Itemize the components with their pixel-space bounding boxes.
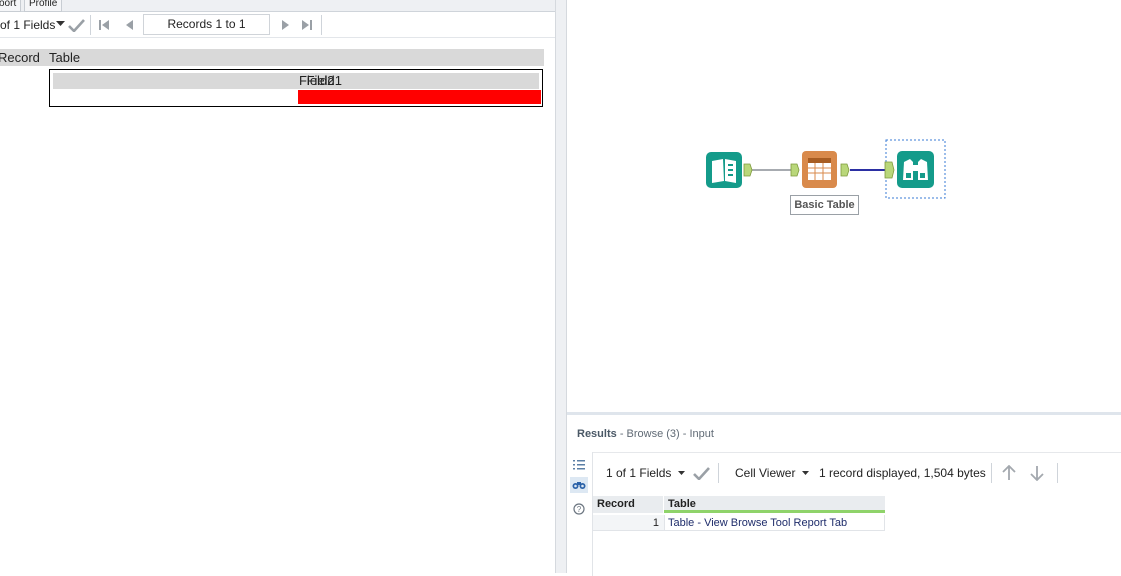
browse-tool[interactable] (897, 151, 934, 188)
grid-header-table[interactable]: Table (664, 496, 885, 513)
tool-annotation-text: Basic Table (794, 199, 855, 211)
tab-report-label: oort (0, 0, 17, 9)
toolbar-divider (718, 463, 719, 483)
down-arrow-icon[interactable] (1029, 464, 1045, 482)
record-column-header: Record (0, 50, 40, 65)
input-data-tool[interactable] (706, 152, 742, 188)
grid-header-record-label: Record (597, 498, 635, 510)
report-table: Field1 Field2 123 (49, 69, 543, 107)
panel-splitter[interactable] (555, 0, 567, 573)
report-header: Record Table (0, 49, 544, 66)
results-title: Results - Browse (3) - Input (577, 428, 714, 440)
cell-viewer-label: Cell Viewer (735, 466, 796, 480)
grid-header-table-label: Table (668, 498, 696, 510)
output-anchor-icon[interactable] (743, 163, 753, 177)
grid-cell-record-value: 1 (652, 517, 659, 529)
fields-label: of 1 Fields (0, 18, 56, 32)
binoculars-icon[interactable] (570, 477, 588, 493)
first-record-icon[interactable] (97, 18, 111, 32)
report-table-row: 123 (53, 90, 541, 104)
results-fields-selector[interactable]: 1 of 1 Fields (606, 466, 671, 480)
records-range-label: Records 1 to 1 (167, 17, 246, 31)
grid-cell-table[interactable]: Table - View Browse Tool Report Tab (664, 515, 885, 531)
browse-toolbar: of 1 Fields Records 1 to 1 (0, 12, 555, 38)
results-grid: Record Table 1 Table - View Browse Tool … (593, 496, 1121, 576)
prev-record-icon[interactable] (122, 18, 136, 32)
help-icon[interactable]: ? (572, 502, 586, 516)
tab-profile[interactable]: Profile (24, 0, 63, 12)
tab-profile-label: Profile (29, 0, 58, 9)
input-anchor-icon[interactable] (790, 163, 800, 177)
grid-cell-table-value: Table - View Browse Tool Report Tab (668, 517, 848, 529)
last-record-icon[interactable] (300, 18, 314, 32)
toolbar-divider (321, 15, 322, 35)
grid-header-record[interactable]: Record (593, 496, 664, 513)
check-icon[interactable] (67, 17, 85, 33)
up-arrow-icon[interactable] (1001, 464, 1017, 482)
results-subtitle: - Browse (3) - Input (619, 428, 714, 440)
field2-red-cell (298, 90, 541, 104)
basic-table-tool[interactable] (802, 151, 837, 188)
browse-panel: oort Profile of 1 Fields Records 1 to 1 … (0, 0, 555, 573)
workflow-canvas[interactable]: Basic Table (567, 0, 1121, 412)
input-anchor-icon[interactable] (884, 161, 895, 179)
fields-selector[interactable]: of 1 Fields (0, 18, 55, 32)
tab-report[interactable]: oort (0, 0, 22, 12)
toolbar-divider (90, 15, 91, 35)
check-icon[interactable] (692, 465, 710, 481)
report-table-header: Field1 Field2 (53, 73, 539, 89)
cell-viewer-selector[interactable]: Cell Viewer (735, 466, 795, 480)
field2-header: Field2 (299, 73, 335, 88)
toolbar-divider (991, 463, 992, 483)
list-icon[interactable] (572, 457, 586, 471)
table-column-header: Table (49, 50, 81, 65)
results-status: 1 record displayed, 1,504 bytes (819, 466, 986, 480)
dropdown-icon[interactable] (55, 19, 65, 29)
tab-bar: oort Profile (0, 0, 555, 12)
next-record-icon[interactable] (279, 18, 293, 32)
results-toolbar: 1 of 1 Fields Cell Viewer 1 record displ… (593, 452, 1121, 493)
results-side-toolbar: ? (567, 452, 593, 576)
records-range: Records 1 to 1 (143, 14, 270, 35)
dropdown-icon[interactable] (677, 470, 685, 476)
results-fields-label: 1 of 1 Fields (606, 466, 672, 480)
grid-cell-record[interactable]: 1 (593, 515, 664, 531)
results-title-label: Results (577, 428, 617, 440)
dropdown-icon[interactable] (801, 470, 809, 476)
svg-text:?: ? (577, 505, 582, 514)
toolbar-divider (1057, 463, 1058, 483)
output-anchor-icon[interactable] (840, 163, 850, 177)
results-panel: Results - Browse (3) - Input ? 1 of 1 Fi… (567, 412, 1121, 576)
tool-annotation-label: Basic Table (790, 195, 859, 215)
